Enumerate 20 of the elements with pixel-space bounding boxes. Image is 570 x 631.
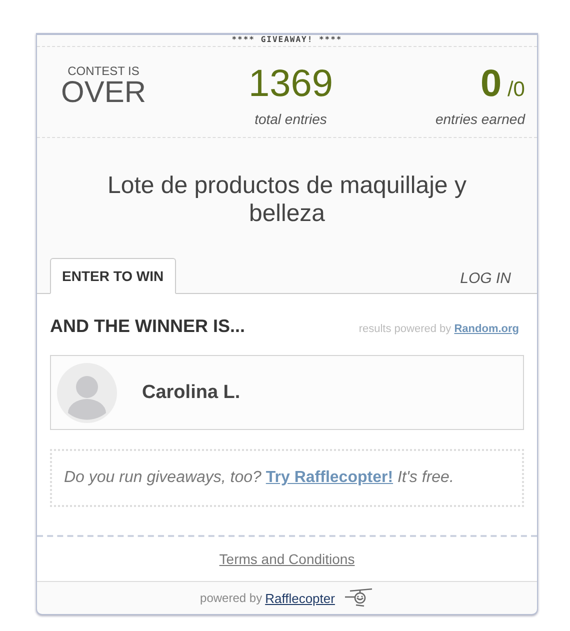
- tab[interactable]: ENTER TO WIN: [50, 258, 176, 294]
- entry-count: 0: [480, 63, 502, 105]
- contest-status: OVER: [61, 78, 146, 108]
- winner-name: Carolina L.: [142, 382, 240, 404]
- winner-heading: AND THE WINNER IS...: [50, 316, 246, 337]
- stat-caption: total entries: [254, 111, 327, 127]
- rafflecopter-link[interactable]: Rafflecopter: [265, 590, 335, 606]
- helicopter-icon: [344, 588, 374, 608]
- tab[interactable]: LOG IN: [434, 258, 537, 293]
- powered-by-text: powered by: [200, 591, 262, 605]
- promo-text: Do you run giveaways, too? Try Rafflecopter! It's free.: [64, 469, 454, 487]
- contest-status-label: CONTEST IS: [68, 64, 140, 78]
- prize-title: Lote de productos de maquillaje y belleza: [106, 171, 468, 229]
- terms-link[interactable]: Terms and Conditions: [219, 551, 355, 567]
- entry-count: 1369: [248, 63, 334, 105]
- giveaway-banner: **** GIVEAWAY! ****: [37, 35, 537, 47]
- entry-total: /0: [506, 78, 525, 101]
- results-credit: results powered by Random.org: [358, 323, 519, 335]
- avatar-icon: [57, 362, 117, 422]
- stat-caption: entries earned: [435, 111, 525, 127]
